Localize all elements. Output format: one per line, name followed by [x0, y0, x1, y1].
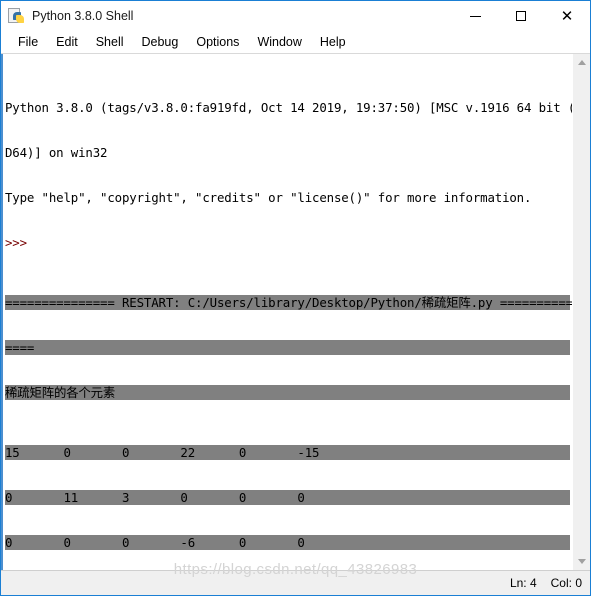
chevron-up-icon: [577, 60, 586, 65]
menu-item-options[interactable]: Options: [187, 33, 248, 52]
matrix-row: 15 0 0 22 0 -15: [5, 445, 570, 460]
restart-line-2: ====: [5, 340, 570, 355]
scroll-down-arrow[interactable]: [573, 553, 590, 570]
vertical-scrollbar[interactable]: [572, 54, 590, 570]
close-icon: ✕: [560, 7, 574, 25]
close-button[interactable]: ✕: [544, 1, 590, 31]
status-line-indicator: Ln: 4: [509, 576, 537, 590]
shell-output: Python 3.8.0 (tags/v3.8.0:fa919fd, Oct 1…: [3, 54, 572, 570]
banner-line-3: Type "help", "copyright", "credits" or "…: [5, 190, 532, 205]
shell-text-area[interactable]: Python 3.8.0 (tags/v3.8.0:fa919fd, Oct 1…: [1, 54, 572, 570]
maximize-button[interactable]: [498, 1, 544, 31]
menu-item-debug[interactable]: Debug: [133, 33, 188, 52]
minimize-button[interactable]: [452, 1, 498, 31]
python-idle-icon: [8, 7, 25, 25]
restart-line-1: =============== RESTART: C:/Users/librar…: [5, 295, 572, 310]
window-controls: ✕: [452, 1, 590, 31]
status-bar: https://blog.csdn.net/qq_43826983 Ln: 4 …: [1, 561, 590, 595]
menu-item-shell[interactable]: Shell: [87, 33, 133, 52]
menu-item-edit[interactable]: Edit: [47, 33, 87, 52]
chevron-down-icon: [577, 559, 586, 564]
banner-line-1: Python 3.8.0 (tags/v3.8.0:fa919fd, Oct 1…: [5, 100, 572, 115]
idle-shell-window: Python 3.8.0 Shell ✕ File Edit Shell Deb…: [0, 0, 591, 596]
title-bar: Python 3.8.0 Shell ✕: [1, 1, 590, 31]
menu-item-window[interactable]: Window: [248, 33, 310, 52]
shell-prompt-1: >>>: [5, 235, 27, 250]
menu-item-help[interactable]: Help: [311, 33, 355, 52]
window-title: Python 3.8.0 Shell: [32, 9, 134, 23]
matrix-heading: 稀疏矩阵的各个元素: [5, 385, 570, 400]
status-col-indicator: Col: 0: [550, 576, 582, 590]
maximize-icon: [516, 11, 526, 21]
menu-item-file[interactable]: File: [9, 33, 47, 52]
minimize-icon: [469, 15, 481, 17]
scrollbar-track[interactable]: [573, 71, 590, 553]
shell-content: Python 3.8.0 (tags/v3.8.0:fa919fd, Oct 1…: [1, 53, 590, 570]
matrix-row: 0 0 0 -6 0 0: [5, 535, 570, 550]
title-bar-left: Python 3.8.0 Shell: [1, 7, 134, 25]
menu-bar: File Edit Shell Debug Options Window Hel…: [1, 31, 590, 53]
matrix-row: 0 11 3 0 0 0: [5, 490, 570, 505]
banner-line-2: D64)] on win32: [5, 145, 108, 160]
scroll-up-arrow[interactable]: [573, 54, 590, 71]
